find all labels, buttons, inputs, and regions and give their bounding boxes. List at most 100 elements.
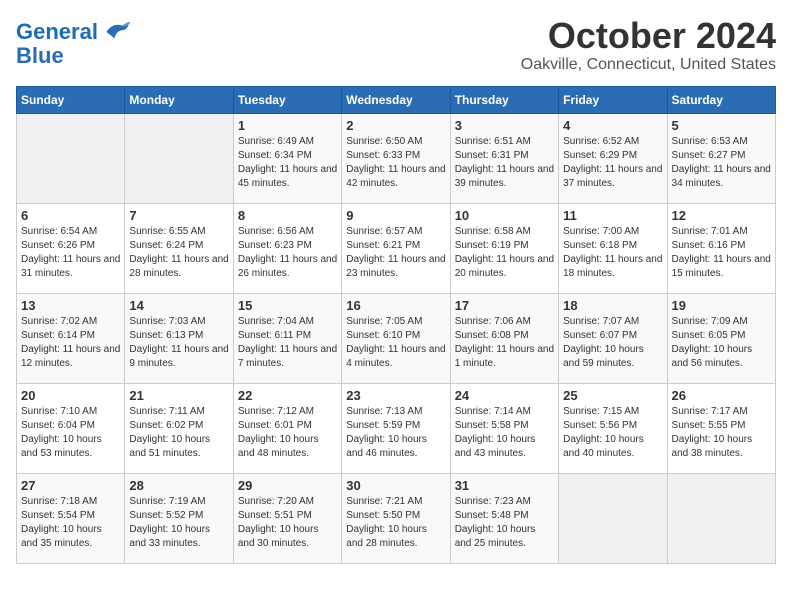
calendar-week-row: 13 Sunrise: 7:02 AMSunset: 6:14 PMDaylig… <box>17 293 776 383</box>
weekday-header: Monday <box>125 86 233 113</box>
day-number: 29 <box>238 478 337 493</box>
calendar-cell: 14 Sunrise: 7:03 AMSunset: 6:13 PMDaylig… <box>125 293 233 383</box>
calendar-week-row: 20 Sunrise: 7:10 AMSunset: 6:04 PMDaylig… <box>17 383 776 473</box>
weekday-header: Sunday <box>17 86 125 113</box>
month-title: October 2024 <box>521 16 776 56</box>
day-detail: Sunrise: 7:14 AMSunset: 5:58 PMDaylight:… <box>455 405 554 461</box>
calendar-cell: 28 Sunrise: 7:19 AMSunset: 5:52 PMDaylig… <box>125 473 233 563</box>
day-detail: Sunrise: 7:10 AMSunset: 6:04 PMDaylight:… <box>21 405 120 461</box>
calendar-cell: 17 Sunrise: 7:06 AMSunset: 6:08 PMDaylig… <box>450 293 558 383</box>
weekday-header: Friday <box>559 86 667 113</box>
calendar-cell: 12 Sunrise: 7:01 AMSunset: 6:16 PMDaylig… <box>667 203 775 293</box>
calendar-cell: 8 Sunrise: 6:56 AMSunset: 6:23 PMDayligh… <box>233 203 341 293</box>
location-title: Oakville, Connecticut, United States <box>521 56 776 74</box>
day-detail: Sunrise: 7:13 AMSunset: 5:59 PMDaylight:… <box>346 405 445 461</box>
day-detail: Sunrise: 7:20 AMSunset: 5:51 PMDaylight:… <box>238 495 337 551</box>
weekday-header: Wednesday <box>342 86 450 113</box>
weekday-header: Thursday <box>450 86 558 113</box>
day-number: 14 <box>129 298 228 313</box>
calendar-cell <box>17 113 125 203</box>
day-detail: Sunrise: 7:23 AMSunset: 5:48 PMDaylight:… <box>455 495 554 551</box>
day-number: 9 <box>346 208 445 223</box>
day-number: 6 <box>21 208 120 223</box>
day-detail: Sunrise: 7:15 AMSunset: 5:56 PMDaylight:… <box>563 405 662 461</box>
day-detail: Sunrise: 6:58 AMSunset: 6:19 PMDaylight:… <box>455 225 554 281</box>
calendar-cell: 29 Sunrise: 7:20 AMSunset: 5:51 PMDaylig… <box>233 473 341 563</box>
calendar-cell: 30 Sunrise: 7:21 AMSunset: 5:50 PMDaylig… <box>342 473 450 563</box>
calendar-cell: 15 Sunrise: 7:04 AMSunset: 6:11 PMDaylig… <box>233 293 341 383</box>
day-number: 20 <box>21 388 120 403</box>
day-number: 1 <box>238 118 337 133</box>
calendar-cell: 9 Sunrise: 6:57 AMSunset: 6:21 PMDayligh… <box>342 203 450 293</box>
day-detail: Sunrise: 6:53 AMSunset: 6:27 PMDaylight:… <box>672 135 771 191</box>
calendar-cell: 11 Sunrise: 7:00 AMSunset: 6:18 PMDaylig… <box>559 203 667 293</box>
day-detail: Sunrise: 7:21 AMSunset: 5:50 PMDaylight:… <box>346 495 445 551</box>
day-detail: Sunrise: 6:49 AMSunset: 6:34 PMDaylight:… <box>238 135 337 191</box>
day-number: 31 <box>455 478 554 493</box>
day-detail: Sunrise: 7:09 AMSunset: 6:05 PMDaylight:… <box>672 315 771 371</box>
day-number: 26 <box>672 388 771 403</box>
calendar-cell: 1 Sunrise: 6:49 AMSunset: 6:34 PMDayligh… <box>233 113 341 203</box>
calendar-cell: 7 Sunrise: 6:55 AMSunset: 6:24 PMDayligh… <box>125 203 233 293</box>
logo-bird-icon <box>100 16 132 48</box>
day-detail: Sunrise: 7:11 AMSunset: 6:02 PMDaylight:… <box>129 405 228 461</box>
day-detail: Sunrise: 7:12 AMSunset: 6:01 PMDaylight:… <box>238 405 337 461</box>
calendar-cell: 16 Sunrise: 7:05 AMSunset: 6:10 PMDaylig… <box>342 293 450 383</box>
title-block: October 2024 Oakville, Connecticut, Unit… <box>521 16 776 74</box>
logo: General Blue <box>16 16 132 68</box>
day-number: 27 <box>21 478 120 493</box>
day-detail: Sunrise: 6:50 AMSunset: 6:33 PMDaylight:… <box>346 135 445 191</box>
calendar-week-row: 6 Sunrise: 6:54 AMSunset: 6:26 PMDayligh… <box>17 203 776 293</box>
calendar-cell <box>559 473 667 563</box>
day-number: 11 <box>563 208 662 223</box>
calendar-cell: 19 Sunrise: 7:09 AMSunset: 6:05 PMDaylig… <box>667 293 775 383</box>
day-number: 8 <box>238 208 337 223</box>
day-number: 24 <box>455 388 554 403</box>
day-detail: Sunrise: 7:05 AMSunset: 6:10 PMDaylight:… <box>346 315 445 371</box>
day-detail: Sunrise: 7:01 AMSunset: 6:16 PMDaylight:… <box>672 225 771 281</box>
day-number: 4 <box>563 118 662 133</box>
calendar-week-row: 1 Sunrise: 6:49 AMSunset: 6:34 PMDayligh… <box>17 113 776 203</box>
day-number: 30 <box>346 478 445 493</box>
day-detail: Sunrise: 7:06 AMSunset: 6:08 PMDaylight:… <box>455 315 554 371</box>
day-detail: Sunrise: 6:55 AMSunset: 6:24 PMDaylight:… <box>129 225 228 281</box>
day-number: 10 <box>455 208 554 223</box>
day-detail: Sunrise: 7:07 AMSunset: 6:07 PMDaylight:… <box>563 315 662 371</box>
calendar-cell: 26 Sunrise: 7:17 AMSunset: 5:55 PMDaylig… <box>667 383 775 473</box>
weekday-header: Saturday <box>667 86 775 113</box>
day-number: 18 <box>563 298 662 313</box>
day-number: 23 <box>346 388 445 403</box>
day-number: 19 <box>672 298 771 313</box>
day-number: 16 <box>346 298 445 313</box>
calendar-cell: 5 Sunrise: 6:53 AMSunset: 6:27 PMDayligh… <box>667 113 775 203</box>
day-detail: Sunrise: 6:57 AMSunset: 6:21 PMDaylight:… <box>346 225 445 281</box>
calendar-cell: 4 Sunrise: 6:52 AMSunset: 6:29 PMDayligh… <box>559 113 667 203</box>
day-detail: Sunrise: 6:54 AMSunset: 6:26 PMDaylight:… <box>21 225 120 281</box>
weekday-header: Tuesday <box>233 86 341 113</box>
logo-blue-text: Blue <box>16 44 64 68</box>
page-header: General Blue October 2024 Oakville, Conn… <box>16 16 776 74</box>
calendar-cell: 27 Sunrise: 7:18 AMSunset: 5:54 PMDaylig… <box>17 473 125 563</box>
calendar-cell <box>125 113 233 203</box>
calendar-cell: 6 Sunrise: 6:54 AMSunset: 6:26 PMDayligh… <box>17 203 125 293</box>
calendar-cell: 3 Sunrise: 6:51 AMSunset: 6:31 PMDayligh… <box>450 113 558 203</box>
day-detail: Sunrise: 7:19 AMSunset: 5:52 PMDaylight:… <box>129 495 228 551</box>
calendar-cell: 23 Sunrise: 7:13 AMSunset: 5:59 PMDaylig… <box>342 383 450 473</box>
day-number: 15 <box>238 298 337 313</box>
day-detail: Sunrise: 6:52 AMSunset: 6:29 PMDaylight:… <box>563 135 662 191</box>
day-number: 22 <box>238 388 337 403</box>
day-number: 7 <box>129 208 228 223</box>
calendar-cell: 2 Sunrise: 6:50 AMSunset: 6:33 PMDayligh… <box>342 113 450 203</box>
logo-text: General <box>16 20 98 44</box>
calendar-cell: 13 Sunrise: 7:02 AMSunset: 6:14 PMDaylig… <box>17 293 125 383</box>
day-detail: Sunrise: 7:02 AMSunset: 6:14 PMDaylight:… <box>21 315 120 371</box>
calendar-cell: 21 Sunrise: 7:11 AMSunset: 6:02 PMDaylig… <box>125 383 233 473</box>
day-number: 13 <box>21 298 120 313</box>
calendar-table: SundayMondayTuesdayWednesdayThursdayFrid… <box>16 86 776 564</box>
day-detail: Sunrise: 7:00 AMSunset: 6:18 PMDaylight:… <box>563 225 662 281</box>
day-number: 3 <box>455 118 554 133</box>
day-number: 2 <box>346 118 445 133</box>
calendar-cell: 31 Sunrise: 7:23 AMSunset: 5:48 PMDaylig… <box>450 473 558 563</box>
calendar-header-row: SundayMondayTuesdayWednesdayThursdayFrid… <box>17 86 776 113</box>
calendar-cell: 24 Sunrise: 7:14 AMSunset: 5:58 PMDaylig… <box>450 383 558 473</box>
